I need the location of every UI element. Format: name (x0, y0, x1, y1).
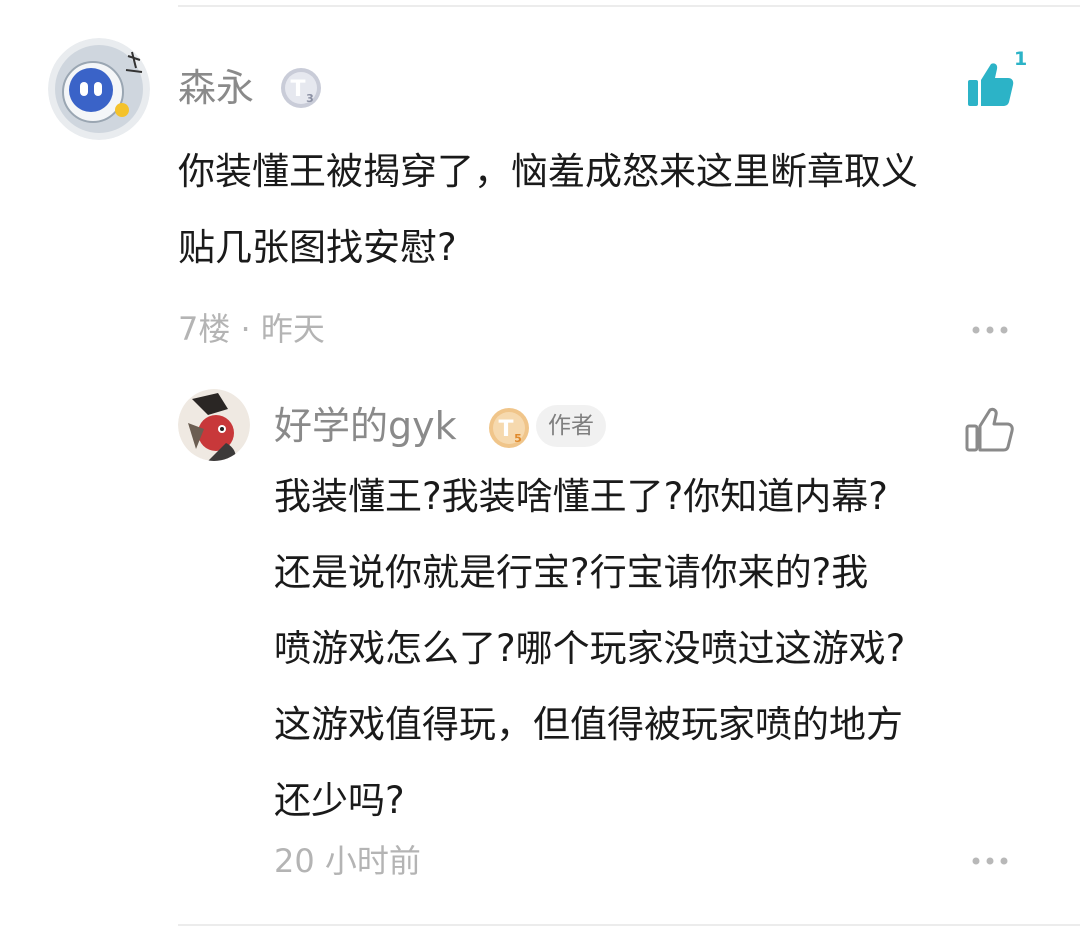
comment-content: 你装懂王被揭穿了，恼羞成怒来这里断章取义 贴几张图找安慰? (178, 134, 918, 286)
reply-line: 这游戏值得玩，但值得被玩家喷的地方 (274, 703, 903, 746)
top-divider (178, 5, 1080, 7)
comment-line: 贴几张图找安慰? (178, 226, 457, 269)
reply-line: 还是说你就是行宝?行宝请你来的?我 (274, 551, 869, 594)
svg-text:T: T (498, 417, 513, 442)
reply-line: 我装懂王?我装啥懂王了?你知道内幕? (274, 475, 888, 518)
commenter-avatar[interactable] (48, 38, 150, 140)
floor-number: 7楼 (178, 310, 231, 348)
svg-text:5: 5 (514, 432, 522, 445)
reply-line: 还少吗? (274, 779, 405, 822)
thumbs-up-outline-icon[interactable] (962, 402, 1016, 456)
comment-time: 昨天 (260, 310, 325, 348)
level-t3-badge-icon: T 3 (279, 66, 323, 110)
author-tag: 作者 (536, 405, 606, 447)
comment-line: 你装懂王被揭穿了，恼羞成怒来这里断章取义 (178, 150, 918, 193)
reply-author-name[interactable]: 好学的gyk (274, 407, 457, 445)
svg-text:T: T (290, 77, 305, 102)
svg-text:3: 3 (306, 92, 314, 105)
comment-meta: 7楼 · 昨天 (178, 313, 325, 345)
commenter-name[interactable]: 森永 (178, 69, 254, 107)
reply-line: 喷游戏怎么了?哪个玩家没喷过这游戏? (274, 627, 906, 670)
thumbs-up-filled-icon[interactable] (964, 58, 1016, 110)
level-t5-badge-icon: T 5 (487, 406, 531, 450)
reply-author-avatar[interactable] (178, 389, 250, 461)
more-dots-icon[interactable] (970, 320, 1010, 340)
like-count: 1 (1014, 48, 1028, 70)
reply-time: 20 小时前 (274, 842, 421, 880)
meta-separator: · (240, 310, 251, 348)
reply-content: 我装懂王?我装啥懂王了?你知道内幕? 还是说你就是行宝?行宝请你来的?我 喷游戏… (274, 459, 905, 839)
bottom-divider (178, 924, 1080, 926)
more-dots-icon[interactable] (970, 851, 1010, 871)
